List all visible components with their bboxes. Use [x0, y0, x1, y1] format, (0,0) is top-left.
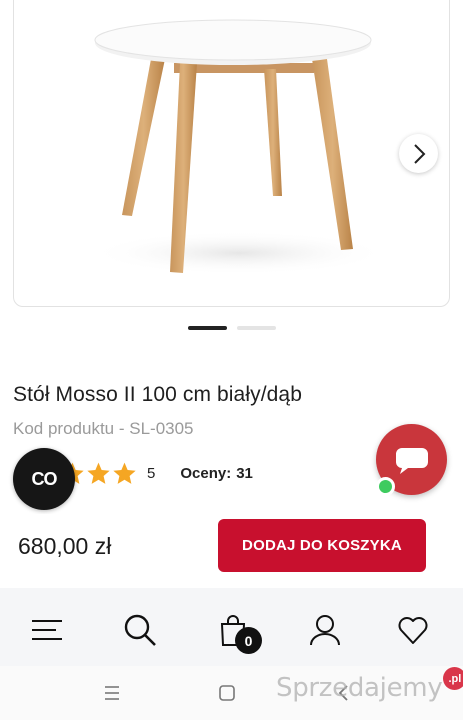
watermark-badge: .pl: [443, 667, 463, 690]
user-icon: [310, 615, 340, 646]
system-home-button[interactable]: [215, 681, 239, 705]
chevron-right-icon: [413, 143, 425, 164]
gallery-dot-1[interactable]: [188, 326, 227, 330]
menu-icon: [32, 620, 62, 640]
rating-row[interactable]: 5 Oceny: 31: [60, 460, 253, 486]
nav-account-button[interactable]: [307, 612, 343, 648]
product-image-card: [13, 0, 450, 307]
nav-menu-button[interactable]: [29, 612, 65, 648]
add-to-cart-button[interactable]: DODAJ DO KOSZYKA: [218, 519, 426, 572]
system-recents-button[interactable]: [100, 681, 124, 705]
chat-bubble-icon: [395, 447, 428, 474]
online-status-dot: [376, 477, 395, 496]
gallery-next-button[interactable]: [399, 134, 438, 173]
search-icon: [124, 614, 156, 646]
reviews-count: 31: [236, 464, 253, 482]
rating-value: 5: [147, 464, 156, 482]
nav-search-button[interactable]: [122, 612, 158, 648]
reviews-label: Oceny:: [180, 464, 232, 482]
gallery-pagination: [188, 326, 276, 330]
watermark-text: Sprzedajemy: [276, 673, 443, 703]
star-icon: [87, 462, 110, 484]
star-icon: [113, 462, 136, 484]
product-title: Stół Mosso II 100 cm biały/dąb: [13, 383, 302, 406]
cart-count-badge: 0: [235, 627, 262, 654]
co-label: CO: [31, 468, 58, 489]
home-icon: [219, 685, 235, 701]
co-floating-button[interactable]: CO: [13, 448, 75, 510]
heart-icon: [398, 617, 428, 644]
gallery-dot-2[interactable]: [237, 326, 276, 330]
product-price: 680,00 zł: [18, 533, 112, 559]
nav-wishlist-button[interactable]: [395, 612, 431, 648]
watermark: Sprzedajemy .pl: [276, 667, 463, 708]
product-sku: Kod produktu - SL-0305: [13, 419, 194, 438]
recents-icon: [105, 686, 119, 700]
product-image: [89, 19, 389, 275]
